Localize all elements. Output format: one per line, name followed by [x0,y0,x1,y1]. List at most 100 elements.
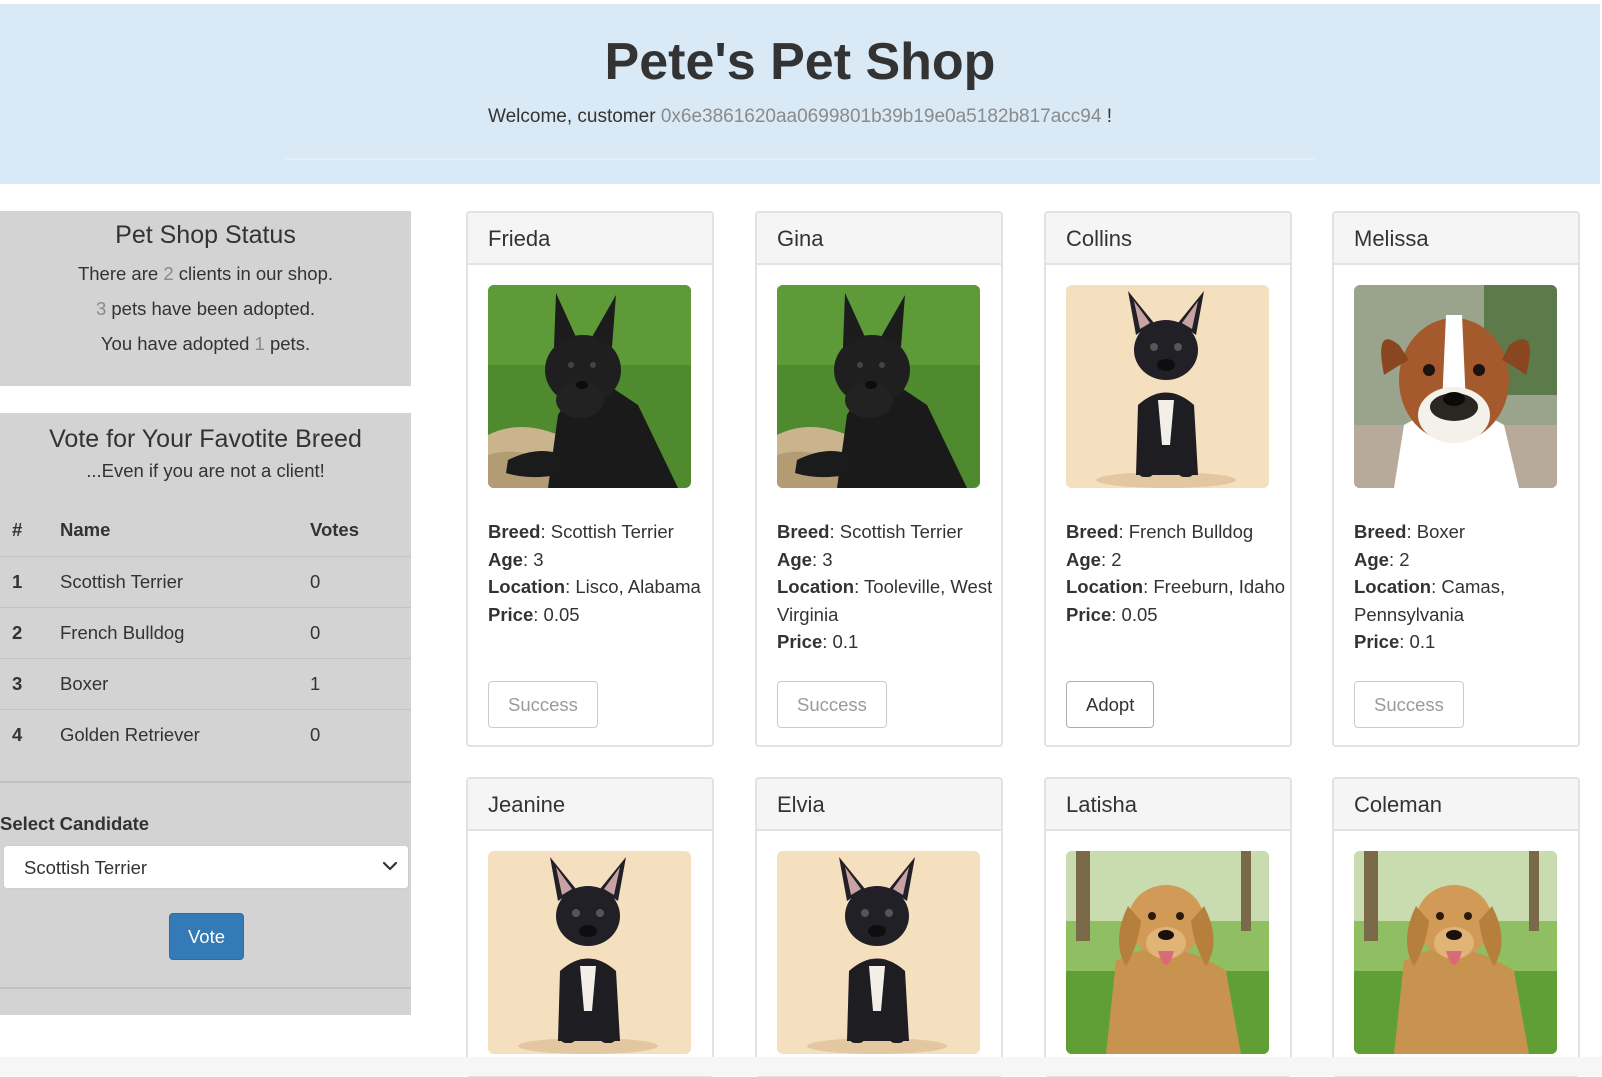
candidate-select[interactable]: Scottish Terrier [3,845,409,889]
breed-value: Boxer [1416,521,1466,542]
label-sep: : [533,603,544,625]
age-label: Age [777,548,812,570]
label-sep: : [565,576,576,597]
pet-location: Location: Camas, Pennsylvania [1354,573,1574,628]
success-button[interactable]: Success [777,681,887,728]
label-sep: : [1431,576,1442,597]
age-label: Age [488,548,523,570]
row-name: Golden Retriever [60,724,200,745]
pet-age: Age: 2 [1354,546,1574,574]
pet-details: Breed: French Bulldog Age: 2 Location: Fre… [1066,518,1286,628]
label-sep: : [829,521,840,542]
pet-card: Melissa Breed: Boxer Age: 2 Location: Cama… [1332,211,1580,747]
price-label: Price [488,603,534,625]
pet-price: Price: 0.1 [777,628,997,656]
pet-name: Coleman [1334,779,1578,831]
adopted-count: 3 [95,298,107,319]
breed-label: Breed [1354,521,1407,542]
price-value: 0.05 [543,603,580,625]
pet-photo [488,851,691,1054]
pet-name: Collins [1046,213,1290,265]
pet-price: Price: 0.05 [488,601,708,629]
label-sep: : [811,548,823,570]
row-name: Scottish Terrier [60,571,184,592]
clients-count-line: There are 2 clients in our shop. [0,263,411,285]
breed-label: Breed [488,521,541,542]
pet-photo [777,285,980,488]
vote-title: Vote for Your Favotite Breed [49,425,362,453]
success-button[interactable]: Success [488,681,598,728]
label-sep: : [1111,603,1122,625]
age-label: Age [1354,548,1389,570]
my-adopted-count: 1 [254,333,265,354]
pet-name: Gina [757,213,1001,265]
pet-breed: Breed: Boxer [1354,518,1574,546]
chevron-down-icon [380,856,400,881]
breed-label: Breed [1066,521,1119,542]
row-votes: 1 [310,673,321,694]
pet-breed: Breed: Scottish Terrier [488,518,708,546]
my-adopted-prefix: You have adopted [100,333,255,354]
price-value: 0.1 [1409,631,1436,652]
clients-prefix: There are [77,263,164,284]
price-value: 0.1 [832,631,859,652]
adopt-button[interactable]: Adopt [1066,681,1155,728]
location-label: Location [1066,576,1144,597]
label-sep: : [1118,521,1129,542]
pet-breed: Breed: French Bulldog [1066,518,1286,546]
location-value: Freeburn, Idaho [1153,576,1286,597]
label-sep: : [522,548,534,570]
label-sep: : [854,576,865,597]
votes-table: # Name Votes 1 Scottish Terrier 0 2 Fren… [0,505,411,760]
pet-price: Price: 0.1 [1354,628,1574,656]
breed-label: Breed [777,521,830,542]
row-num: 4 [12,724,23,745]
my-adopted-line: You have adopted 1 pets. [0,333,411,355]
breed-value: French Bulldog [1128,521,1254,542]
label-sep: : [1388,548,1400,570]
vote-panel: Vote for Your Favotite Breed ...Even if … [0,413,411,1015]
success-button[interactable]: Success [1354,681,1464,728]
age-value: 2 [1111,548,1122,570]
row-name: French Bulldog [60,622,185,643]
table-row: 1 Scottish Terrier 0 [0,556,411,607]
adopted-count-line: 3 pets have been adopted. [0,298,411,320]
pet-card: Elvia [755,777,1003,1077]
pet-card: Gina Breed: Scottish Terrier Age: 3 Locati… [755,211,1003,747]
status-title: Pet Shop Status [115,221,296,249]
location-label: Location [777,576,855,597]
breed-value: Scottish Terrier [550,521,674,542]
row-num: 3 [12,673,23,694]
pet-location: Location: Tooleville, West Virginia [777,573,997,628]
row-votes: 0 [310,571,321,592]
row-votes: 0 [310,622,321,643]
header-divider [286,158,1314,160]
price-label: Price [1354,631,1400,652]
table-row: 4 Golden Retriever 0 [0,709,411,760]
pet-photo [777,851,980,1054]
pet-card: Latisha [1044,777,1292,1077]
header-jumbotron: Pete's Pet Shop Welcome, customer 0x6e38… [0,4,1600,184]
location-label: Location [488,576,566,597]
pet-age: Age: 2 [1066,546,1286,574]
label-sep: : [822,631,833,652]
select-candidate-label: Select Candidate [0,813,150,834]
pet-name: Latisha [1046,779,1290,831]
pet-details: Breed: Scottish Terrier Age: 3 Location: T… [777,518,997,656]
pet-card: Jeanine [466,777,714,1077]
price-label: Price [1066,603,1112,625]
vote-button[interactable]: Vote [169,913,244,960]
pet-card: Coleman [1332,777,1580,1077]
pet-details: Breed: Scottish Terrier Age: 3 Location: L… [488,518,708,628]
age-value: 2 [1399,548,1410,570]
pet-details: Breed: Boxer Age: 2 Location: Camas, Penns… [1354,518,1574,656]
welcome-message: Welcome, customer 0x6e3861620aa0699801b3… [0,106,1600,128]
row-votes: 0 [310,724,321,745]
label-sep: : [540,521,551,542]
age-value: 3 [533,548,544,570]
page-bottom-edge [0,1057,1602,1076]
label-sep: : [1143,576,1154,597]
pet-photo [1066,285,1269,488]
vote-subtitle: ...Even if you are not a client! [86,460,325,481]
pet-photo [1354,851,1557,1054]
